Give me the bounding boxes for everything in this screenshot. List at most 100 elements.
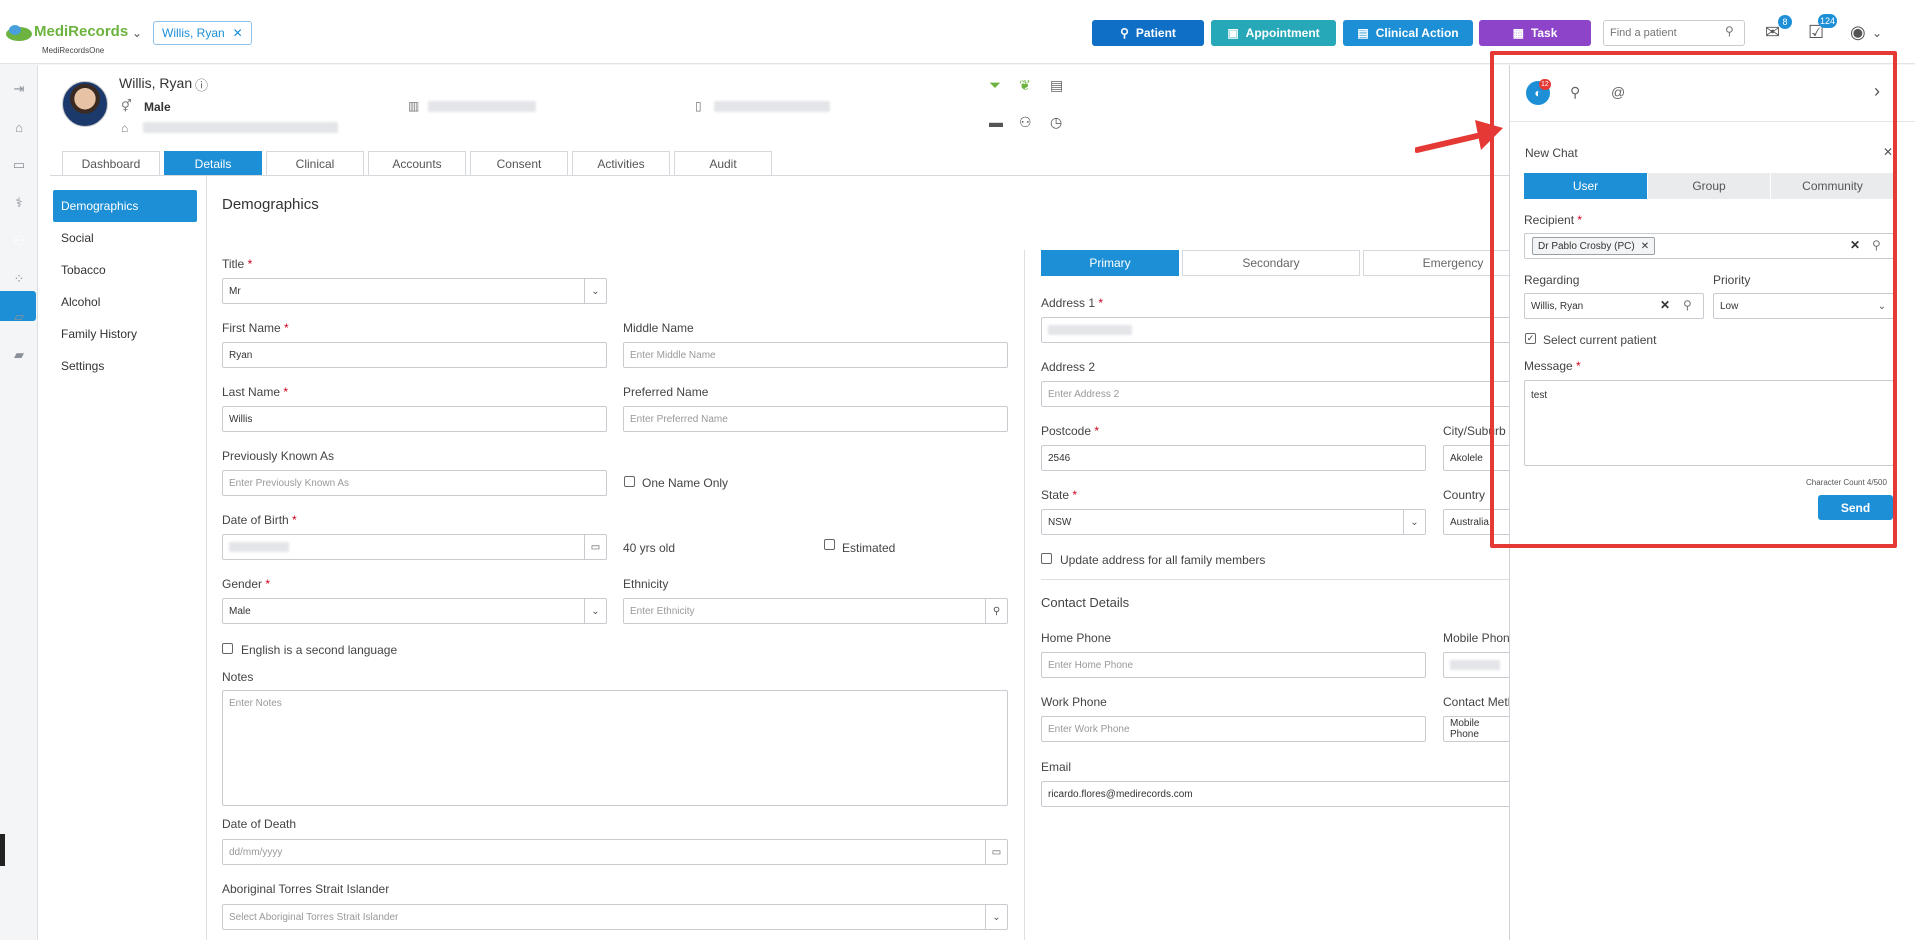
- filter-icon[interactable]: ⏷: [989, 77, 1001, 94]
- sidenav-item-family-history[interactable]: Family History: [53, 318, 197, 350]
- postcode-input[interactable]: 2546: [1041, 445, 1426, 471]
- patient-gender: Male: [144, 100, 171, 114]
- address1-input[interactable]: [1041, 317, 1511, 343]
- find-patient-input[interactable]: [1603, 20, 1745, 46]
- preferred-name-input[interactable]: Enter Preferred Name: [623, 406, 1008, 432]
- mobile-phone-input[interactable]: [1443, 652, 1511, 678]
- open-patient-chip[interactable]: Willis, Ryan ✕: [153, 21, 252, 45]
- chevron-down-icon[interactable]: ⌄: [1872, 26, 1882, 40]
- schedule-icon[interactable]: ◷: [1050, 114, 1062, 131]
- chevron-down-icon[interactable]: ⌄: [584, 599, 606, 623]
- search-icon[interactable]: ⚲: [1725, 24, 1734, 38]
- app-logo[interactable]: MediRecords MediRecordsOne ⌄: [4, 22, 142, 55]
- first-name-label: First Name *: [222, 321, 289, 335]
- folder-icon[interactable]: ▱: [9, 307, 29, 327]
- family-icon[interactable]: ⚇: [1019, 114, 1032, 131]
- gender-select[interactable]: Male ⌄: [222, 598, 607, 624]
- folder-export-icon[interactable]: ▰: [9, 345, 29, 365]
- patients-icon[interactable]: ⚇: [9, 231, 29, 251]
- contact-method-select[interactable]: Mobile Phone: [1443, 716, 1511, 742]
- tab-consent[interactable]: Consent: [470, 151, 568, 175]
- clinical-action-button[interactable]: ▤ Clinical Action: [1343, 20, 1473, 46]
- english-second-label: English is a second language: [241, 643, 398, 657]
- card-icon[interactable]: ▬: [989, 114, 1003, 130]
- dob-input[interactable]: ▭: [222, 534, 607, 560]
- email-input[interactable]: ricardo.flores@medirecords.com: [1041, 781, 1511, 807]
- address1-redacted: [1048, 325, 1132, 335]
- estimated-checkbox[interactable]: [824, 539, 835, 550]
- chevron-down-icon[interactable]: ⌄: [584, 279, 606, 303]
- update-family-checkbox[interactable]: [1041, 553, 1052, 564]
- tab-secondary-address[interactable]: Secondary: [1182, 250, 1360, 276]
- leaf-icon[interactable]: ❦: [1019, 77, 1031, 94]
- sidenav-item-tobacco[interactable]: Tobacco: [53, 254, 197, 286]
- update-family-label: Update address for all family members: [1060, 553, 1266, 567]
- calendar-icon[interactable]: ▭: [985, 840, 1007, 864]
- patient-chip-label: Willis, Ryan: [162, 26, 225, 40]
- clinical-action-button-label: Clinical Action: [1375, 26, 1459, 40]
- title-select[interactable]: Mr ⌄: [222, 278, 607, 304]
- ethnicity-placeholder: Enter Ethnicity: [630, 605, 695, 617]
- home-address-icon: ⌂: [121, 121, 129, 135]
- mobile-icon: ▯: [695, 99, 702, 113]
- patient-button[interactable]: ⚲ Patient: [1092, 20, 1204, 46]
- atsi-select[interactable]: Select Aboriginal Torres Strait Islander…: [222, 904, 1008, 930]
- close-icon[interactable]: ✕: [233, 26, 243, 40]
- user-account-icon[interactable]: ◉: [1850, 22, 1866, 43]
- tab-audit[interactable]: Audit: [674, 151, 772, 175]
- country-label: Country: [1443, 488, 1486, 502]
- work-phone-input[interactable]: Enter Work Phone: [1041, 716, 1426, 742]
- prev-known-input[interactable]: Enter Previously Known As: [222, 470, 607, 496]
- english-second-checkbox[interactable]: [222, 643, 233, 654]
- calendar-icon[interactable]: ▭: [584, 535, 606, 559]
- notes-label: Notes: [222, 670, 254, 684]
- medicare-icon: ▥: [408, 99, 420, 113]
- sidenav-item-alcohol[interactable]: Alcohol: [53, 286, 197, 318]
- contact-divider: [1041, 579, 1511, 580]
- tab-dashboard[interactable]: Dashboard: [62, 151, 160, 175]
- home-icon[interactable]: ⌂: [9, 117, 29, 137]
- chevron-down-icon[interactable]: ⌄: [132, 26, 142, 40]
- stethoscope-icon[interactable]: ⚕: [9, 193, 29, 213]
- state-select[interactable]: NSW ⌄: [1041, 509, 1426, 535]
- chevron-down-icon[interactable]: ⌄: [985, 905, 1007, 929]
- notes-textarea[interactable]: Enter Notes: [222, 690, 1008, 806]
- postcode-label: Postcode *: [1041, 424, 1100, 438]
- preferred-name-label: Preferred Name: [623, 385, 709, 399]
- cloud-logo-icon: [6, 25, 32, 41]
- tab-clinical[interactable]: Clinical: [266, 151, 364, 175]
- dod-input[interactable]: dd/mm/yyyy ▭: [222, 839, 1008, 865]
- sidenav-item-settings[interactable]: Settings: [53, 350, 197, 382]
- chevron-down-icon[interactable]: ⌄: [1403, 510, 1425, 534]
- search-icon[interactable]: ⚲: [985, 599, 1007, 623]
- address2-input[interactable]: Enter Address 2: [1041, 381, 1511, 407]
- mobile-redacted: [714, 101, 830, 112]
- state-value: NSW: [1048, 516, 1072, 528]
- column-divider: [1024, 250, 1025, 940]
- task-button[interactable]: ▦ Task: [1479, 20, 1591, 46]
- sidenav-item-demographics[interactable]: Demographics: [53, 190, 197, 222]
- home-phone-input[interactable]: Enter Home Phone: [1041, 652, 1426, 678]
- ethnicity-input[interactable]: Enter Ethnicity ⚲: [623, 598, 1008, 624]
- last-name-input[interactable]: Willis: [222, 406, 607, 432]
- logo-name: MediRecords: [34, 23, 129, 40]
- one-name-only-checkbox[interactable]: [624, 476, 635, 487]
- appointment-button[interactable]: ▣ Appointment: [1211, 20, 1336, 46]
- side-handle[interactable]: [0, 834, 5, 866]
- info-icon[interactable]: ⓘ: [195, 75, 208, 94]
- apps-icon[interactable]: ⁘: [9, 269, 29, 289]
- work-phone-label: Work Phone: [1041, 695, 1107, 709]
- first-name-input[interactable]: Ryan: [222, 342, 607, 368]
- calendar-icon[interactable]: ▭: [9, 155, 29, 175]
- sidenav-item-social[interactable]: Social: [53, 222, 197, 254]
- address1-label: Address 1 *: [1041, 296, 1104, 310]
- age-text: 40 yrs old: [623, 541, 676, 555]
- expand-menu-icon[interactable]: ⇥: [9, 79, 29, 99]
- tab-primary-address[interactable]: Primary: [1041, 250, 1179, 276]
- calendar-icon: ▣: [1227, 26, 1239, 40]
- tab-accounts[interactable]: Accounts: [368, 151, 466, 175]
- tab-activities[interactable]: Activities: [572, 151, 670, 175]
- building-icon[interactable]: ▤: [1050, 77, 1063, 94]
- middle-name-input[interactable]: Enter Middle Name: [623, 342, 1008, 368]
- tab-details[interactable]: Details: [164, 151, 262, 175]
